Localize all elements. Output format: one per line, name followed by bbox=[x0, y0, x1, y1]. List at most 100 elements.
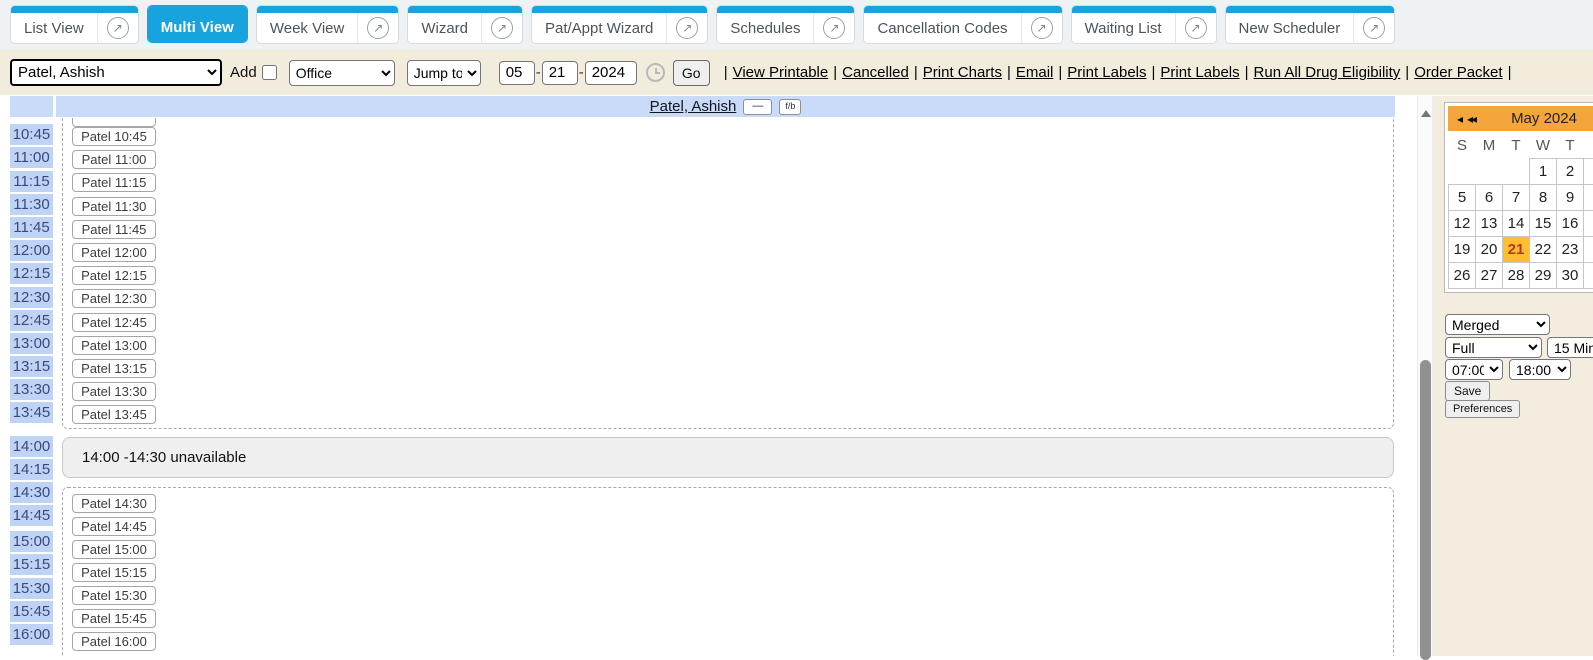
open-in-new-window-icon[interactable]: ↗ bbox=[357, 13, 398, 43]
tab-pat-appt-wizard[interactable]: Pat/Appt Wizard↗ bbox=[531, 5, 708, 44]
calendar-prev-month-icon[interactable]: ◂ bbox=[1457, 112, 1461, 126]
calendar-prev-year-icon[interactable]: ◂◂ bbox=[1467, 112, 1475, 126]
provider-header-link[interactable]: Patel, Ashish bbox=[650, 98, 737, 115]
appointment-slot-patel-13-30[interactable]: Patel 13:30 bbox=[72, 382, 156, 401]
tab-cancellation-codes[interactable]: Cancellation Codes↗ bbox=[863, 5, 1062, 44]
appointment-slot-patel-12-00[interactable]: Patel 12:00 bbox=[72, 243, 156, 262]
scrollbar-thumb[interactable] bbox=[1420, 360, 1431, 660]
appointment-slot-patel-15-30[interactable]: Patel 15:30 bbox=[72, 586, 156, 605]
appointment-slot-patel-13-15[interactable]: Patel 13:15 bbox=[72, 359, 156, 378]
interval-select[interactable]: 15 Min bbox=[1547, 337, 1593, 358]
open-in-new-window-icon[interactable]: ↗ bbox=[1175, 13, 1216, 43]
appointment-slot-patel-12-30[interactable]: Patel 12:30 bbox=[72, 289, 156, 308]
save-button[interactable]: Save bbox=[1445, 381, 1490, 401]
calendar-day-29[interactable]: 29 bbox=[1530, 262, 1557, 288]
open-in-new-window-icon[interactable]: ↗ bbox=[481, 13, 522, 43]
calendar-day-blank[interactable] bbox=[1584, 184, 1593, 210]
calendar-day-23[interactable]: 23 bbox=[1557, 236, 1584, 262]
link-email[interactable]: Email bbox=[1016, 64, 1054, 81]
open-in-new-window-icon[interactable]: ↗ bbox=[1353, 13, 1394, 43]
calendar-day-26[interactable]: 26 bbox=[1449, 262, 1476, 288]
tab-multi-view[interactable]: Multi View bbox=[147, 5, 248, 43]
date-month-input[interactable] bbox=[499, 61, 535, 85]
tab-top-strip bbox=[1226, 6, 1395, 13]
calendar-day-blank[interactable] bbox=[1584, 262, 1593, 288]
jump-to-select[interactable]: Jump to bbox=[407, 60, 481, 86]
calendar-day-blank[interactable] bbox=[1584, 210, 1593, 236]
open-in-new-window-icon[interactable]: ↗ bbox=[666, 13, 707, 43]
calendar-day-blank[interactable] bbox=[1584, 158, 1593, 184]
calendar-day-13[interactable]: 13 bbox=[1476, 210, 1503, 236]
link-cancelled[interactable]: Cancelled bbox=[842, 64, 909, 81]
appointment-slot-patel-11-45[interactable]: Patel 11:45 bbox=[72, 220, 156, 239]
calendar-day-16[interactable]: 16 bbox=[1557, 210, 1584, 236]
open-in-new-window-icon[interactable]: ↗ bbox=[813, 13, 854, 43]
date-separator: - bbox=[536, 64, 541, 81]
calendar-day-14[interactable]: 14 bbox=[1503, 210, 1530, 236]
calendar-day-19[interactable]: 19 bbox=[1449, 236, 1476, 262]
go-button[interactable]: Go bbox=[673, 60, 710, 86]
calendar-day-blank[interactable] bbox=[1584, 236, 1593, 262]
appointment-slot-patel-16-00[interactable]: Patel 16:00 bbox=[72, 632, 156, 651]
end-time-select[interactable]: 18:00 bbox=[1509, 359, 1571, 380]
calendar-day-7[interactable]: 7 bbox=[1503, 184, 1530, 210]
tab-new-scheduler[interactable]: New Scheduler↗ bbox=[1225, 5, 1396, 44]
preferences-button[interactable]: Preferences bbox=[1445, 400, 1520, 418]
appointment-slot-patel-14-30[interactable]: Patel 14:30 bbox=[72, 494, 156, 513]
schedule-scrollbar[interactable] bbox=[1417, 96, 1433, 656]
link-print-labels[interactable]: Print Labels bbox=[1067, 64, 1146, 81]
date-day-input[interactable] bbox=[542, 61, 578, 85]
fb-button[interactable]: f/b bbox=[779, 99, 801, 115]
appointment-slot-patel-14-45[interactable]: Patel 14:45 bbox=[72, 517, 156, 536]
date-year-input[interactable] bbox=[585, 61, 637, 85]
facility-select[interactable]: Office bbox=[289, 60, 395, 86]
view-mode-select[interactable]: Merged bbox=[1445, 314, 1550, 335]
scrollbar-up-arrow-icon[interactable] bbox=[1421, 110, 1431, 117]
tab-list-view[interactable]: List View↗ bbox=[10, 5, 139, 44]
calendar-day-5[interactable]: 5 bbox=[1449, 184, 1476, 210]
calendar-day-6[interactable]: 6 bbox=[1476, 184, 1503, 210]
open-in-new-window-icon[interactable]: ↗ bbox=[97, 13, 138, 43]
tab-wizard[interactable]: Wizard↗ bbox=[407, 5, 523, 44]
tab-waiting-list[interactable]: Waiting List↗ bbox=[1071, 5, 1217, 44]
tab-week-view[interactable]: Week View↗ bbox=[256, 5, 399, 44]
clock-icon[interactable] bbox=[646, 63, 665, 82]
appointment-slot-patel-13-45[interactable]: Patel 13:45 bbox=[72, 405, 156, 424]
calendar-day-20[interactable]: 20 bbox=[1476, 236, 1503, 262]
appointment-slot-partial[interactable] bbox=[72, 118, 156, 127]
start-time-select[interactable]: 07:00 bbox=[1445, 359, 1503, 380]
appointment-slot-patel-11-15[interactable]: Patel 11:15 bbox=[72, 173, 156, 192]
calendar-day-9[interactable]: 9 bbox=[1557, 184, 1584, 210]
calendar-day-12[interactable]: 12 bbox=[1449, 210, 1476, 236]
link-print-labels[interactable]: Print Labels bbox=[1160, 64, 1239, 81]
appointment-slot-patel-11-30[interactable]: Patel 11:30 bbox=[72, 197, 156, 216]
open-in-new-window-icon[interactable]: ↗ bbox=[1021, 13, 1062, 43]
appointment-slot-patel-12-45[interactable]: Patel 12:45 bbox=[72, 313, 156, 332]
appointment-slot-patel-11-00[interactable]: Patel 11:00 bbox=[72, 150, 156, 169]
calendar-day-1[interactable]: 1 bbox=[1530, 158, 1557, 184]
appointment-slot-patel-10-45[interactable]: Patel 10:45 bbox=[72, 127, 156, 146]
link-order-packet[interactable]: Order Packet bbox=[1414, 64, 1502, 81]
appointment-slot-patel-13-00[interactable]: Patel 13:00 bbox=[72, 336, 156, 355]
appointment-slot-patel-15-00[interactable]: Patel 15:00 bbox=[72, 540, 156, 559]
calendar-day-30[interactable]: 30 bbox=[1557, 262, 1584, 288]
calendar-day-28[interactable]: 28 bbox=[1503, 262, 1530, 288]
link-separator: | bbox=[1245, 64, 1249, 81]
appointment-slot-patel-15-45[interactable]: Patel 15:45 bbox=[72, 609, 156, 628]
calendar-day-8[interactable]: 8 bbox=[1530, 184, 1557, 210]
collapse-column-button[interactable]: — bbox=[743, 99, 772, 115]
calendar-day-selected[interactable]: 21 bbox=[1503, 236, 1530, 262]
provider-select[interactable]: Patel, Ashish bbox=[10, 59, 222, 86]
zoom-mode-select[interactable]: Full bbox=[1445, 337, 1542, 358]
link-print-charts[interactable]: Print Charts bbox=[923, 64, 1002, 81]
calendar-day-15[interactable]: 15 bbox=[1530, 210, 1557, 236]
calendar-day-2[interactable]: 2 bbox=[1557, 158, 1584, 184]
appointment-slot-patel-15-15[interactable]: Patel 15:15 bbox=[72, 563, 156, 582]
calendar-day-27[interactable]: 27 bbox=[1476, 262, 1503, 288]
calendar-day-22[interactable]: 22 bbox=[1530, 236, 1557, 262]
tab-schedules[interactable]: Schedules↗ bbox=[716, 5, 855, 44]
add-checkbox[interactable] bbox=[262, 65, 277, 80]
link-run-all-drug-eligibility[interactable]: Run All Drug Eligibility bbox=[1254, 64, 1401, 81]
appointment-slot-patel-12-15[interactable]: Patel 12:15 bbox=[72, 266, 156, 285]
link-view-printable[interactable]: View Printable bbox=[733, 64, 829, 81]
